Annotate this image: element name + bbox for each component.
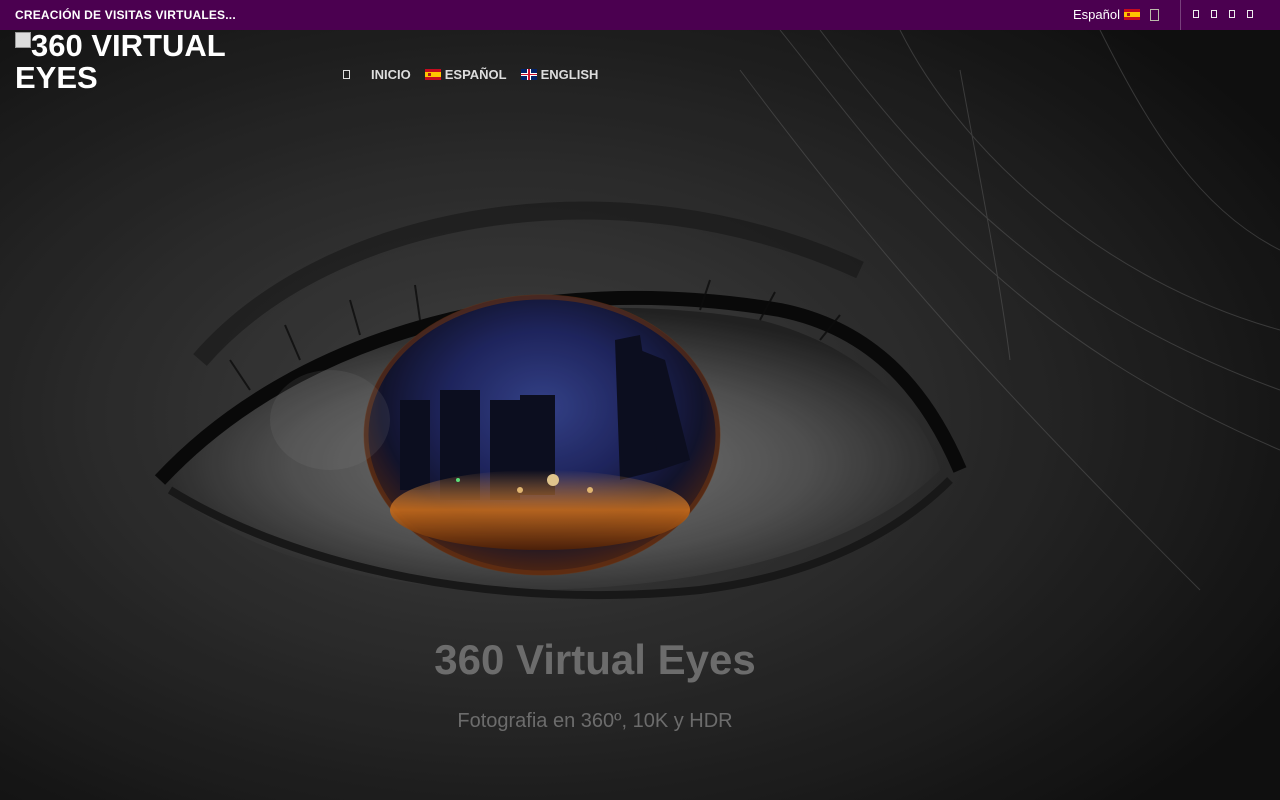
social-icon-3[interactable] — [1229, 10, 1235, 18]
language-switcher[interactable]: Español — [1073, 7, 1140, 22]
home-icon[interactable] — [343, 70, 350, 79]
social-icon-1[interactable] — [1193, 10, 1199, 18]
top-tagline: CREACIÓN DE VISITAS VIRTUALES... — [15, 8, 236, 22]
social-icon-4[interactable] — [1247, 10, 1253, 18]
site-logo[interactable]: 360 VIRTUAL EYES — [15, 30, 255, 94]
main-nav: INICIO ESPAÑOL ENGLISH — [343, 67, 612, 82]
language-label: Español — [1073, 7, 1120, 22]
hero-banner — [0, 30, 1280, 800]
nav-item-english[interactable]: ENGLISH — [520, 67, 599, 82]
social-links — [1193, 10, 1253, 18]
nav-item-label: INICIO — [371, 67, 411, 82]
nav-item-inicio[interactable]: INICIO — [371, 67, 411, 82]
nav-item-label: ENGLISH — [540, 67, 599, 82]
spain-flag-icon — [424, 69, 441, 80]
uk-flag-icon — [520, 69, 537, 80]
nav-item-espanol[interactable]: ESPAÑOL — [424, 67, 507, 82]
search-icon[interactable] — [1150, 9, 1159, 21]
eye-illustration — [0, 30, 1280, 800]
top-bar: CREACIÓN DE VISITAS VIRTUALES... Español — [0, 0, 1280, 30]
social-icon-2[interactable] — [1211, 10, 1217, 18]
hero-subtitle: Fotografia en 360º, 10K y HDR — [457, 710, 733, 732]
hero-title: 360 Virtual Eyes — [434, 636, 756, 683]
nav-item-label: ESPAÑOL — [444, 67, 507, 82]
spain-flag-icon — [1123, 9, 1140, 20]
logo-alt-text: 360 VIRTUAL EYES — [15, 28, 226, 95]
topbar-divider — [1180, 0, 1181, 30]
broken-image-icon — [15, 32, 31, 48]
